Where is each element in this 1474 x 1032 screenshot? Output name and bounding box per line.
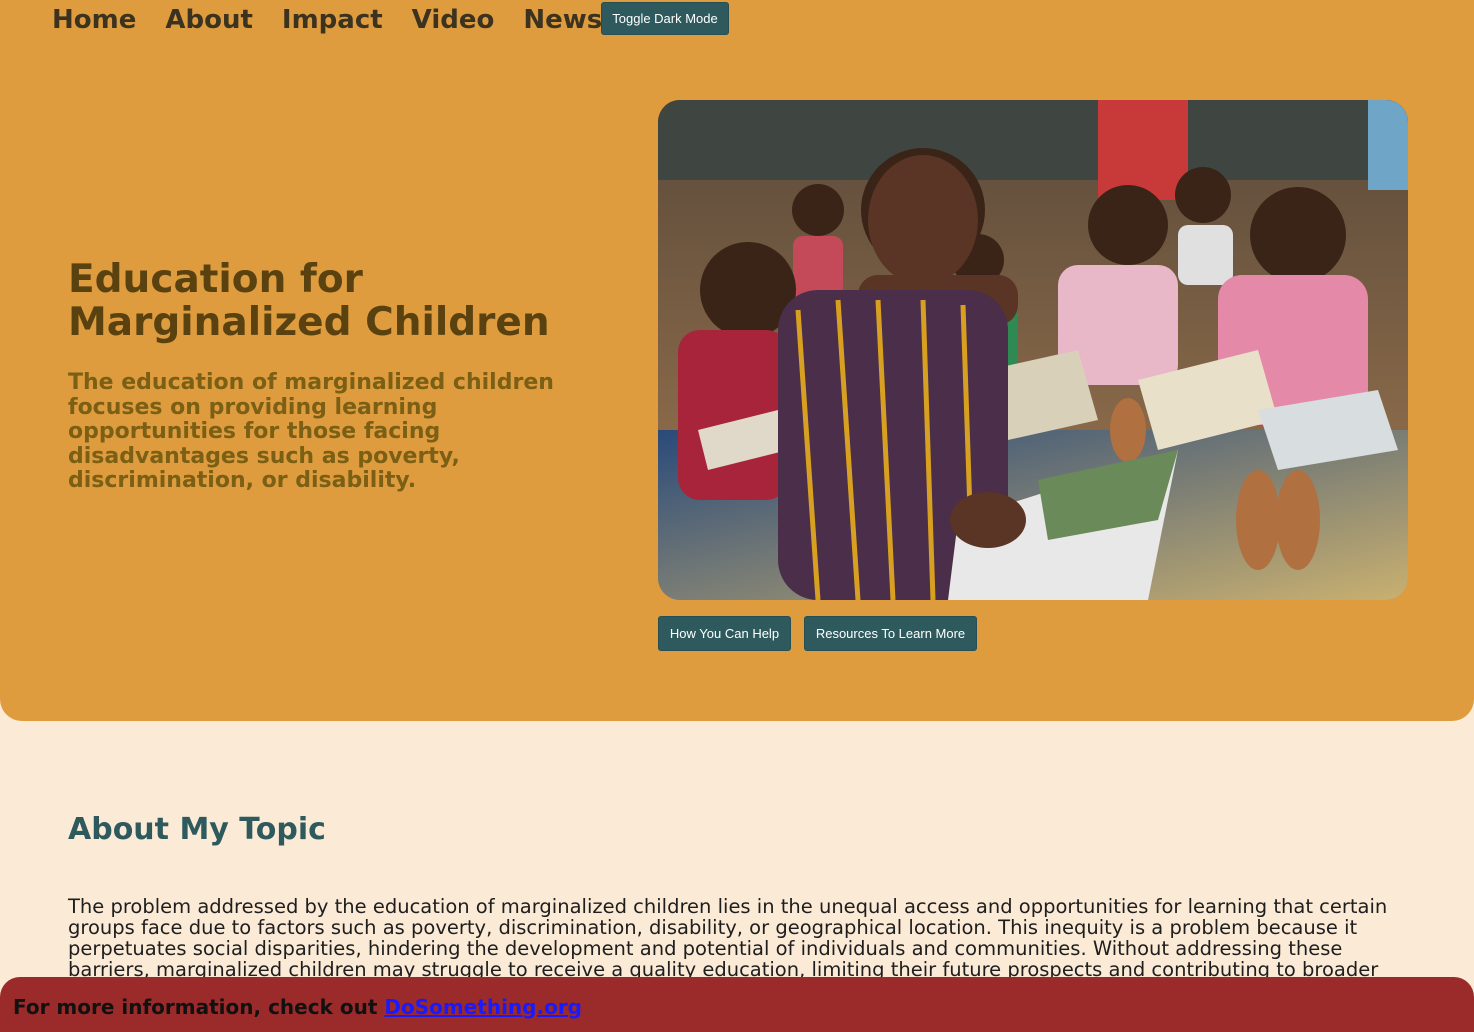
nav-about-link[interactable]: About (165, 2, 253, 38)
footer-text: For more information, check out DoSometh… (13, 995, 582, 1019)
hero-title-line1: Education for (68, 257, 363, 302)
hero-section: Home About Impact Video News Toggle Dark… (0, 0, 1474, 721)
nav-home-link[interactable]: Home (52, 2, 136, 38)
toggle-dark-mode-button[interactable]: Toggle Dark Mode (601, 2, 729, 35)
main-nav: Home About Impact Video News (52, 2, 631, 38)
dosomething-link[interactable]: DoSomething.org (384, 995, 582, 1019)
how-you-can-help-button[interactable]: How You Can Help (658, 616, 791, 651)
children-reading-photo (658, 100, 1408, 600)
about-body: The problem addressed by the education o… (68, 895, 1388, 981)
about-heading: About My Topic (68, 812, 326, 847)
nav-video-link[interactable]: Video (412, 2, 495, 38)
hero-title-line2: Marginalized Children (68, 300, 550, 345)
hero-title: Education for Marginalized Children (68, 258, 628, 344)
nav-impact-link[interactable]: Impact (282, 2, 383, 38)
resources-button[interactable]: Resources To Learn More (804, 616, 977, 651)
footer-banner: For more information, check out DoSometh… (0, 977, 1474, 1032)
footer-label: For more information, check out (13, 995, 378, 1019)
nav-news-link[interactable]: News (523, 2, 602, 38)
hero-photo (658, 100, 1408, 600)
hero-subtitle: The education of marginalized children f… (68, 370, 554, 493)
